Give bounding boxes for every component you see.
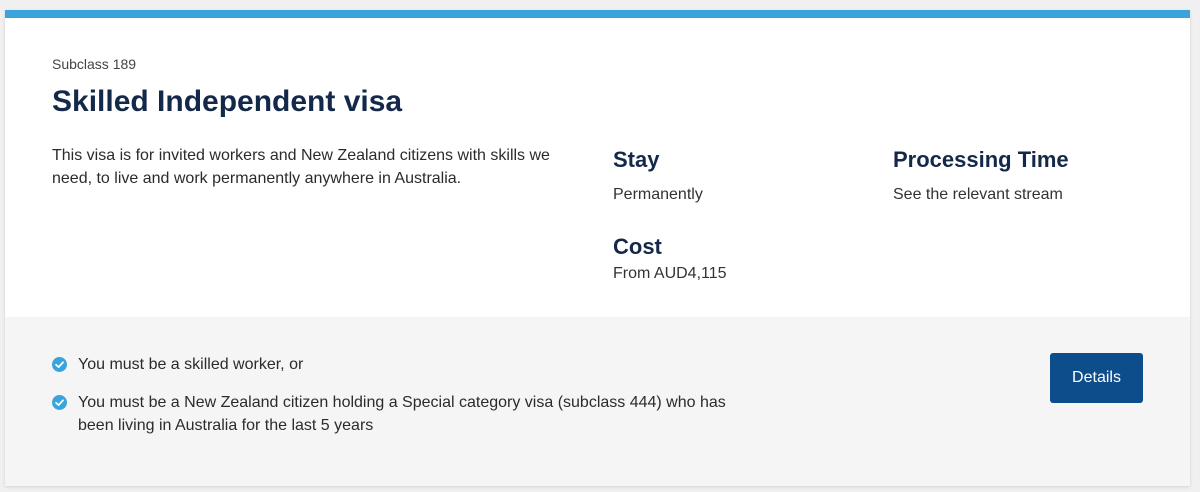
requirements-footer: You must be a skilled worker, or You mus…	[5, 317, 1190, 486]
accent-bar	[5, 10, 1190, 18]
visa-subclass: Subclass 189	[52, 56, 137, 72]
requirement-text: You must be a skilled worker, or	[78, 356, 304, 373]
check-circle-icon	[52, 357, 67, 372]
processing-time-heading: Processing Time	[893, 147, 1069, 172]
requirement-item: You must be a New Zealand citizen holdin…	[52, 391, 752, 437]
processing-time-value: See the relevant stream	[893, 186, 1063, 203]
stay-info: Stay Permanently	[613, 146, 703, 206]
visa-title: Skilled Independent visa	[52, 85, 403, 118]
cost-value: From AUD4,115	[613, 265, 727, 282]
cost-info: Cost From AUD4,115	[613, 233, 727, 285]
requirements-list: You must be a skilled worker, or You mus…	[52, 353, 752, 452]
stay-value: Permanently	[613, 186, 703, 203]
requirement-text: You must be a New Zealand citizen holdin…	[78, 394, 726, 434]
check-circle-icon	[52, 395, 67, 410]
details-button[interactable]: Details	[1050, 353, 1143, 403]
visa-card: Subclass 189 Skilled Independent visa Th…	[5, 10, 1190, 486]
visa-description: This visa is for invited workers and New…	[52, 147, 550, 187]
requirement-item: You must be a skilled worker, or	[52, 353, 752, 376]
processing-time-info: Processing Time See the relevant stream	[893, 146, 1069, 206]
stay-heading: Stay	[613, 147, 660, 172]
cost-heading: Cost	[613, 234, 662, 259]
